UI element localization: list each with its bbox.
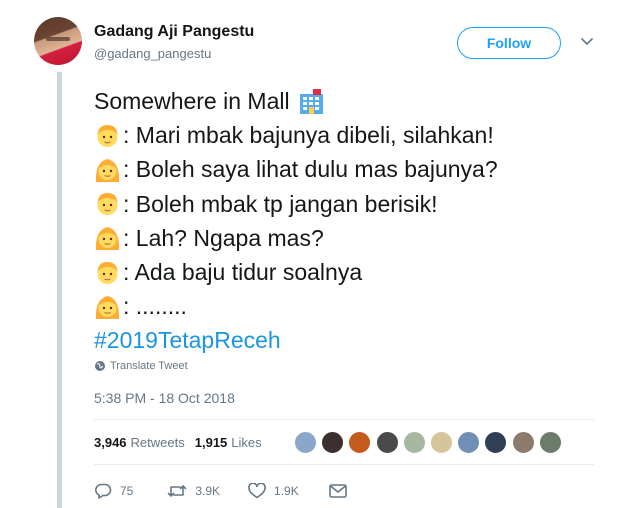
direct-message-button[interactable] <box>328 484 355 498</box>
divider <box>94 464 594 465</box>
follow-button[interactable]: Follow <box>457 27 561 59</box>
tweet-line-text: : Mari mbak bajunya dibeli, silahkan! <box>123 122 494 149</box>
tweet-line: : ........ <box>94 289 498 323</box>
liker-avatar[interactable] <box>511 431 535 454</box>
tweet-line: #2019TetapReceh <box>94 323 498 357</box>
reply-count: 75 <box>120 484 134 498</box>
liker-avatar[interactable] <box>294 431 317 454</box>
woman-icon <box>95 295 120 319</box>
heart-icon <box>248 483 266 499</box>
retweets-label: Retweets <box>130 435 185 450</box>
translate-tweet-link[interactable]: Translate Tweet <box>95 360 188 372</box>
envelope-icon <box>328 484 347 498</box>
liker-avatar[interactable] <box>457 431 481 454</box>
liker-avatar[interactable] <box>484 431 508 454</box>
reply-button[interactable]: 75 <box>94 482 133 500</box>
liker-avatar[interactable] <box>375 431 399 454</box>
like-count: 1.9K <box>274 484 299 498</box>
avatar[interactable] <box>34 17 82 65</box>
tweet-actions: 75 3.9K 1.9K <box>94 482 355 500</box>
woman-icon <box>95 227 120 251</box>
likes-label: Likes <box>231 435 262 450</box>
hashtag-link[interactable]: #2019TetapReceh <box>94 323 281 357</box>
man-icon <box>97 124 118 147</box>
tweet-line: Somewhere in Mall <box>94 84 498 118</box>
divider <box>94 419 594 420</box>
tweet-timestamp[interactable]: 5:38 PM - 18 Oct 2018 <box>94 390 235 406</box>
liker-avatar[interactable] <box>321 431 345 454</box>
liker-avatar[interactable] <box>429 431 453 454</box>
tweet-line: : Mari mbak bajunya dibeli, silahkan! <box>94 118 498 152</box>
man-icon <box>97 261 118 284</box>
tweet-line-text: Somewhere in Mall <box>94 88 290 114</box>
retweets-stat[interactable]: 3,946 Retweets <box>94 435 185 450</box>
user-handle[interactable]: @gadang_pangestu <box>94 46 211 61</box>
man-icon <box>97 193 118 216</box>
tweet-line: : Boleh mbak tp jangan berisik! <box>94 187 498 221</box>
office-building-icon <box>299 88 323 114</box>
woman-icon <box>95 158 120 182</box>
tweet-text: Somewhere in Mall : Mari mbak bajunya di… <box>94 84 498 358</box>
retweet-button[interactable]: 3.9K <box>167 483 220 499</box>
tweet-line-text: : ........ <box>123 293 187 320</box>
tweet-line-text: : Lah? Ngapa mas? <box>123 224 324 251</box>
tweet-line: : Boleh saya lihat dulu mas bajunya? <box>94 152 498 186</box>
liker-avatar[interactable] <box>538 431 562 454</box>
tweet-line-text: : Ada baju tidur soalnya <box>123 258 363 285</box>
retweets-count: 3,946 <box>94 435 127 450</box>
globe-icon <box>95 361 105 371</box>
translate-label: Translate Tweet <box>110 360 188 372</box>
liker-avatar[interactable] <box>402 431 426 454</box>
retweet-icon <box>168 485 187 497</box>
tweet-line: : Lah? Ngapa mas? <box>94 221 498 255</box>
chevron-down-icon[interactable] <box>581 37 593 47</box>
tweet-line: : Ada baju tidur soalnya <box>94 255 498 289</box>
tweet-line-text: : Boleh saya lihat dulu mas bajunya? <box>123 156 498 183</box>
reply-icon <box>95 483 112 499</box>
tweet-line-text: : Boleh mbak tp jangan berisik! <box>123 190 438 217</box>
liker-avatars <box>294 431 566 454</box>
likes-count: 1,915 <box>194 435 228 450</box>
likes-stat[interactable]: 1,915 Likes <box>195 435 262 450</box>
retweet-count: 3.9K <box>195 484 221 498</box>
tweet-stats: 3,946 Retweets 1,915 Likes <box>94 435 262 450</box>
thread-line <box>57 72 62 508</box>
liker-avatar[interactable] <box>348 431 372 454</box>
like-button[interactable]: 1.9K <box>248 483 299 499</box>
display-name[interactable]: Gadang Aji Pangestu <box>94 23 254 41</box>
